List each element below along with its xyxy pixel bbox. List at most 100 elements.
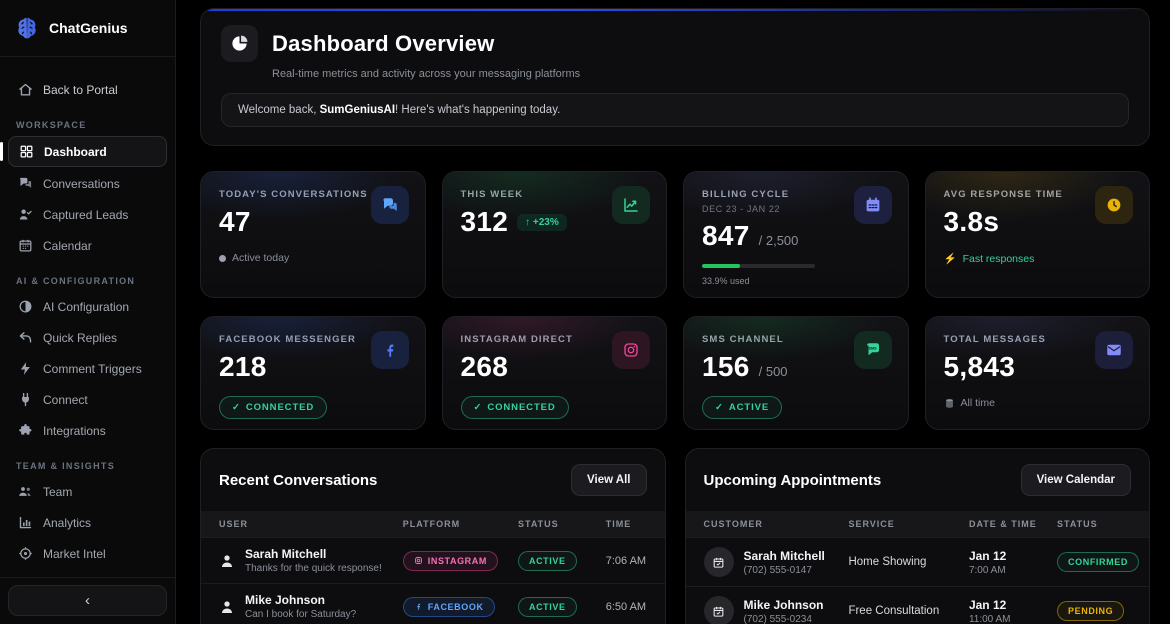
- stat-value: 47: [219, 206, 251, 238]
- sidebar-item-integrations[interactable]: Integrations: [8, 416, 167, 445]
- appointment-date: Jan 12: [969, 549, 1037, 563]
- column-header-platform: PLATFORM: [393, 511, 508, 538]
- view-calendar-button[interactable]: View Calendar: [1021, 464, 1131, 496]
- stat-value: 218: [219, 351, 267, 383]
- sidebar-collapse-button[interactable]: ‹: [8, 585, 167, 616]
- database-icon: [944, 398, 955, 409]
- brain-logo-icon: [14, 15, 40, 41]
- page-subtitle: Real-time metrics and activity across yo…: [272, 68, 1129, 80]
- sidebar-item-ai-configuration[interactable]: AI Configuration: [8, 292, 167, 321]
- sidebar-footer: ‹: [0, 577, 175, 624]
- platform-badge-instagram: INSTAGRAM: [403, 551, 498, 571]
- sidebar-item-calendar[interactable]: Calendar: [8, 231, 167, 260]
- user-name: Mike Johnson: [245, 593, 356, 607]
- welcome-prefix: Welcome back,: [238, 104, 320, 116]
- stat-card-billing-cycle: BILLING CYCLE DEC 23 - JAN 22 847 / 2,50…: [683, 171, 909, 298]
- channel-status-badge: ✓ACTIVE: [702, 396, 782, 419]
- status-label: CONNECTED: [246, 402, 314, 413]
- back-to-portal-label: Back to Portal: [43, 83, 118, 97]
- section-label-team-insights: TEAM & INSIGHTS: [16, 461, 159, 471]
- last-message: Can I book for Saturday?: [245, 609, 356, 620]
- bolt-icon: ⚡: [944, 252, 957, 265]
- app-root: ChatGenius Back to Portal WORKSPACE Dash…: [0, 0, 1170, 624]
- trend-value: +23%: [533, 217, 559, 228]
- brand: ChatGenius: [0, 0, 175, 57]
- welcome-username: SumGeniusAI: [320, 104, 395, 116]
- sidebar-item-analytics[interactable]: Analytics: [8, 508, 167, 537]
- sidebar-item-market-intel[interactable]: Market Intel: [8, 539, 167, 568]
- welcome-suffix: ! Here's what's happening today.: [395, 104, 560, 116]
- chat-bubbles-icon: [18, 176, 33, 191]
- plug-icon: [18, 392, 33, 407]
- sidebar-item-team[interactable]: Team: [8, 477, 167, 506]
- sidebar-item-back-to-portal[interactable]: Back to Portal: [8, 75, 167, 104]
- status-label: ACTIVE: [529, 602, 566, 612]
- platform-badge-facebook: FACEBOOK: [403, 597, 495, 617]
- sidebar-item-label: Team: [43, 485, 72, 499]
- connection-status-badge: ✓CONNECTED: [461, 396, 569, 419]
- customer-phone: (702) 555-0234: [744, 614, 824, 624]
- usage-progress-bar: [702, 264, 815, 268]
- check-icon: ✓: [232, 402, 241, 413]
- sms-bubble-icon: SMS: [854, 331, 892, 369]
- sidebar-item-label: AI Configuration: [43, 300, 129, 314]
- conversation-time: 6:50 AM: [596, 584, 665, 624]
- view-all-button[interactable]: View All: [571, 464, 646, 496]
- chevron-left-icon: ‹: [85, 592, 90, 609]
- column-header-user: USER: [201, 511, 393, 538]
- sidebar-item-label: Analytics: [43, 516, 91, 530]
- sidebar-item-label: Quick Replies: [43, 331, 117, 345]
- stat-note: Fast responses: [963, 253, 1035, 265]
- appointment-time: 7:00 AM: [969, 565, 1037, 576]
- sidebar-item-label: Calendar: [43, 239, 92, 253]
- appointment-row[interactable]: Mike Johnson(702) 555-0234 Free Consulta…: [686, 587, 1150, 624]
- column-header-date-time: DATE & TIME: [959, 511, 1047, 538]
- chat-bubbles-icon: [371, 186, 409, 224]
- sidebar-item-comment-triggers[interactable]: Comment Triggers: [8, 354, 167, 383]
- calendar-avatar-icon: [704, 547, 734, 577]
- person-icon: [219, 553, 235, 569]
- column-header-status: STATUS: [508, 511, 596, 538]
- sidebar-item-connect[interactable]: Connect: [8, 385, 167, 414]
- platform-label: INSTAGRAM: [428, 556, 487, 566]
- sidebar-item-quick-replies[interactable]: Quick Replies: [8, 323, 167, 352]
- bottom-panels: Recent Conversations View All USER PLATF…: [200, 448, 1150, 624]
- conversations-table: USER PLATFORM STATUS TIME Sarah Mitchell…: [201, 511, 665, 624]
- calendar-icon: [18, 238, 33, 253]
- reply-icon: [18, 330, 33, 345]
- sidebar-item-conversations[interactable]: Conversations: [8, 169, 167, 198]
- user-name: Sarah Mitchell: [245, 547, 382, 561]
- section-label-ai-configuration: AI & CONFIGURATION: [16, 276, 159, 286]
- sidebar-item-dashboard[interactable]: Dashboard: [8, 136, 167, 167]
- clock-icon: [1095, 186, 1133, 224]
- last-message: Thanks for the quick response!: [245, 563, 382, 574]
- usage-percent-label: 33.9% used: [702, 276, 890, 286]
- check-icon: ✓: [474, 402, 483, 413]
- stats-row-2: FACEBOOK MESSENGER 218 ✓CONNECTED INSTAG…: [200, 316, 1150, 430]
- sidebar-item-label: Comment Triggers: [43, 362, 142, 376]
- stat-card-sms-channel: SMS CHANNEL 156 / 500 ✓ACTIVE SMS: [683, 316, 909, 430]
- sidebar: ChatGenius Back to Portal WORKSPACE Dash…: [0, 0, 176, 624]
- connection-status-badge: ✓ CONNECTED: [219, 396, 327, 419]
- dashboard-header-card: Dashboard Overview Real-time metrics and…: [200, 8, 1150, 146]
- customer-name: Sarah Mitchell: [744, 549, 825, 563]
- person-icon: [219, 599, 235, 615]
- status-label: ACTIVE: [529, 556, 566, 566]
- main-content: Dashboard Overview Real-time metrics and…: [176, 0, 1170, 624]
- service-name: Home Showing: [838, 538, 959, 587]
- section-label-workspace: WORKSPACE: [16, 120, 159, 130]
- stat-value: 5,843: [944, 351, 1016, 383]
- sidebar-nav: Back to Portal WORKSPACE Dashboard Conve…: [0, 57, 175, 577]
- bolt-icon: [18, 361, 33, 376]
- sidebar-item-captured-leads[interactable]: Captured Leads: [8, 200, 167, 229]
- conversation-row[interactable]: Mike Johnson Can I book for Saturday? FAC…: [201, 584, 665, 624]
- status-dot: [219, 255, 226, 262]
- sidebar-item-label: Integrations: [43, 424, 106, 438]
- grid-icon: [19, 144, 34, 159]
- welcome-banner: Welcome back, SumGeniusAI! Here's what's…: [221, 93, 1129, 127]
- status-badge: ACTIVE: [518, 551, 577, 571]
- appointment-row[interactable]: Sarah Mitchell(702) 555-0147 Home Showin…: [686, 538, 1150, 587]
- recent-conversations-panel: Recent Conversations View All USER PLATF…: [200, 448, 666, 624]
- facebook-icon: [371, 331, 409, 369]
- conversation-row[interactable]: Sarah Mitchell Thanks for the quick respo…: [201, 538, 665, 584]
